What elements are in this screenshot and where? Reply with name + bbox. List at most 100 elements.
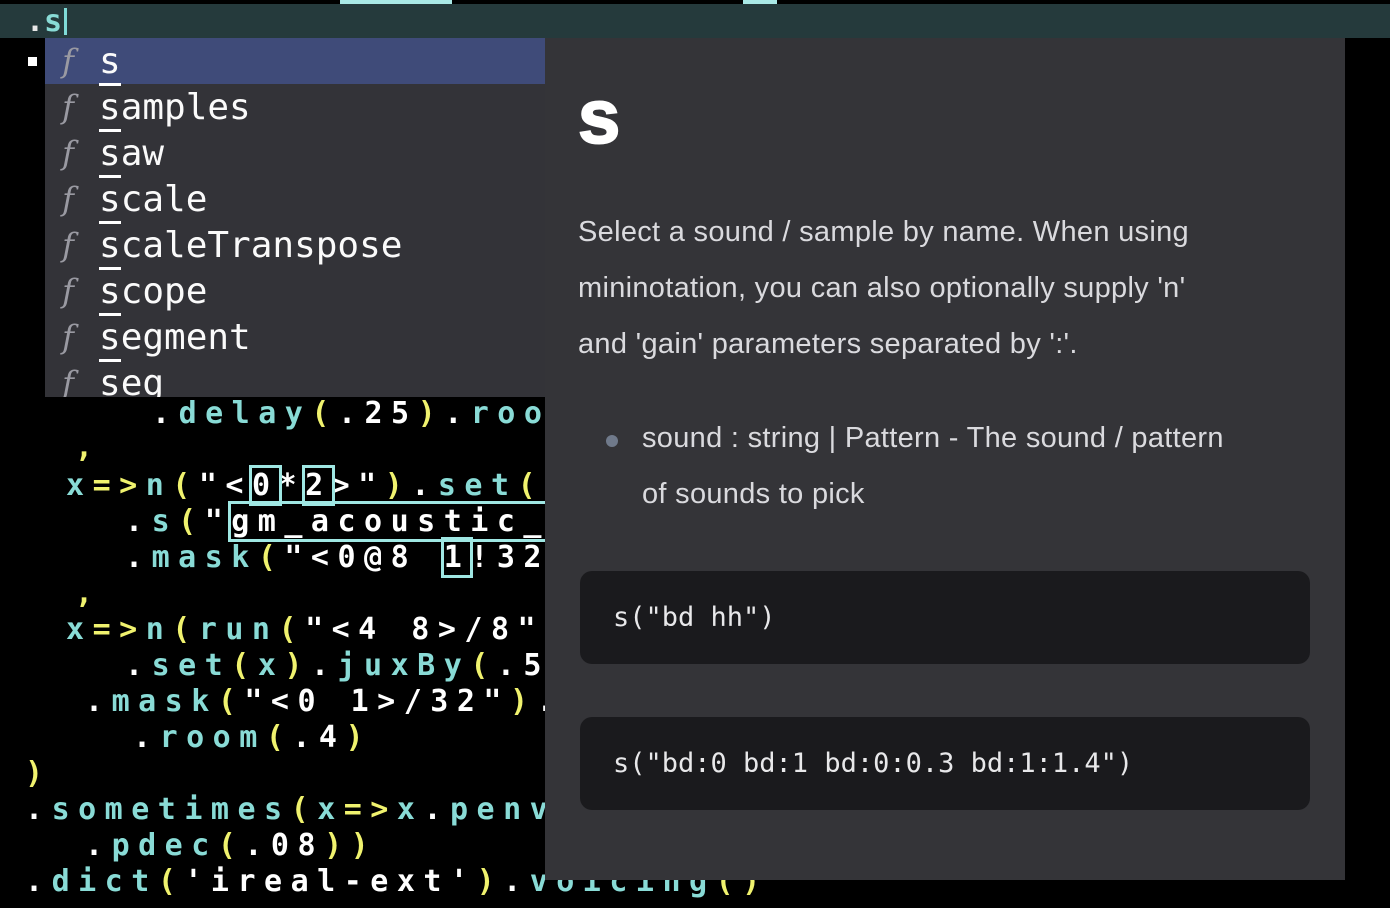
doc-example-code: s("bd:0 bd:1 bd:0:0.3 bd:1:1.4"): [580, 717, 1310, 810]
code-token: .: [152, 396, 179, 431]
autocomplete-item-label: segment: [99, 317, 251, 358]
bullet-icon: [606, 435, 618, 447]
code-line[interactable]: .pdec(.08)): [85, 828, 377, 864]
code-token: (: [231, 648, 258, 683]
code-token: x: [317, 792, 344, 827]
autocomplete-item-scope[interactable]: fscope: [45, 268, 545, 314]
code-token: .: [25, 792, 52, 827]
code-line[interactable]: .room(.4): [133, 720, 372, 756]
autocomplete-item-label: scope: [99, 271, 207, 312]
autocomplete-item-scaleTranspose[interactable]: fscaleTranspose: [45, 222, 545, 268]
doc-example-code: s("bd hh"): [580, 571, 1310, 664]
code-line[interactable]: x=>n(run("<4 8>/8": [66, 612, 544, 648]
autocomplete-item-saw[interactable]: fsaw: [45, 130, 545, 176]
code-line[interactable]: .sometimes(x=>x.penv: [25, 792, 556, 828]
code-token: .: [25, 864, 52, 899]
code-token: (: [518, 468, 545, 503]
code-token: .: [423, 792, 450, 827]
function-icon: f: [51, 42, 85, 80]
code-token: .: [125, 504, 152, 539]
code-line[interactable]: .mask("<0@8 1!32: [125, 540, 550, 576]
code-token: (: [258, 540, 285, 575]
code-token: )): [324, 828, 377, 863]
function-icon: f: [51, 272, 85, 310]
code-token: (: [218, 828, 245, 863]
code-token: .: [85, 828, 112, 863]
doc-text-line: mininotation, you can also optionally su…: [578, 260, 1308, 316]
code-token: .: [444, 396, 471, 431]
doc-example-block-2: s("bd:0 bd:1 bd:0:0.3 bd:1:1.4"): [580, 717, 1310, 810]
text-cursor: [64, 8, 67, 35]
code-token: (: [279, 612, 306, 647]
code-line[interactable]: .delay(.25).room: [152, 396, 577, 432]
code-token: .: [125, 540, 152, 575]
code-token: (: [266, 720, 293, 755]
code-token: penv: [450, 792, 556, 827]
code-token: ): [418, 396, 445, 431]
code-token: ,: [75, 430, 102, 465]
code-token: "<0 1>/32": [244, 684, 510, 719]
typed-prefix: .: [26, 5, 44, 39]
doc-text-line: and 'gain' parameters separated by ':'.: [578, 316, 1308, 372]
code-token: run: [199, 612, 279, 647]
autocomplete-item-label: saw: [99, 133, 164, 174]
code-token: "<0@8: [284, 540, 443, 575]
code-token: delay: [179, 396, 312, 431]
code-token: !32: [470, 540, 550, 575]
code-token: (: [158, 864, 185, 899]
code-line[interactable]: ,: [75, 430, 102, 466]
doc-description: Select a sound / sample by name. When us…: [578, 204, 1308, 372]
code-line[interactable]: x=>n("<0*2>").set(: [66, 468, 544, 504]
autocomplete-item-label: s: [99, 41, 121, 82]
code-line[interactable]: .mask("<0 1>/32").: [85, 684, 563, 720]
code-token: .: [311, 648, 338, 683]
code-token: set: [438, 468, 518, 503]
autocomplete-item-s[interactable]: fs: [45, 38, 545, 84]
code-token: ): [25, 756, 52, 791]
code-token: .: [503, 864, 530, 899]
editor-active-line[interactable]: . s: [0, 4, 1390, 38]
code-token: "<: [199, 468, 252, 503]
autocomplete-list[interactable]: fsfsamplesfsawfscalefscaleTransposefscop…: [45, 38, 545, 397]
code-token: s: [152, 504, 179, 539]
code-token: x: [258, 648, 285, 683]
code-token: dict: [52, 864, 158, 899]
mininotation-highlight-box: gm_acoustic_: [231, 504, 550, 539]
clipped-box-edge: [743, 0, 777, 4]
function-icon: f: [51, 318, 85, 356]
code-line[interactable]: .s("gm_acoustic_: [125, 504, 550, 540]
autocomplete-item-label: seg: [99, 363, 164, 398]
autocomplete-item-segment[interactable]: f segment: [45, 314, 545, 360]
code-token: mask: [112, 684, 218, 719]
clipped-box-edge: [340, 0, 452, 4]
code-token: ): [477, 864, 504, 899]
code-token: =>: [93, 612, 146, 647]
code-token: ): [346, 720, 373, 755]
code-token: pdec: [112, 828, 218, 863]
doc-text-line: Select a sound / sample by name. When us…: [578, 204, 1308, 260]
autocomplete-item-scale[interactable]: fscale: [45, 176, 545, 222]
code-token: .: [411, 468, 438, 503]
code-token: x: [66, 612, 93, 647]
code-token: (: [218, 684, 245, 719]
code-line[interactable]: .set(x).juxBy(.5: [125, 648, 550, 684]
doc-example-block-1: s("bd hh"): [580, 571, 1310, 664]
code-token: n: [146, 468, 173, 503]
code-token: n: [146, 612, 173, 647]
code-token: .08: [244, 828, 324, 863]
autocomplete-item-samples[interactable]: fsamples: [45, 84, 545, 130]
autocomplete-doc-panel: s Select a sound / sample by name. When …: [545, 38, 1345, 880]
code-token: mask: [152, 540, 258, 575]
code-line[interactable]: ,: [75, 576, 102, 612]
function-icon: f: [51, 180, 85, 218]
strudel-live-coding-app: . s .delay(.25).room,x=>n("<0*2>").set(.…: [0, 0, 1390, 908]
code-token: x: [66, 468, 93, 503]
code-token: .: [133, 720, 160, 755]
code-line[interactable]: ): [25, 756, 52, 792]
code-token: (: [291, 792, 318, 827]
code-token: =>: [344, 792, 397, 827]
autocomplete-item-seg[interactable]: fseg: [45, 360, 545, 397]
code-token: juxBy: [338, 648, 471, 683]
function-icon: f: [51, 134, 85, 172]
code-token: set: [152, 648, 232, 683]
